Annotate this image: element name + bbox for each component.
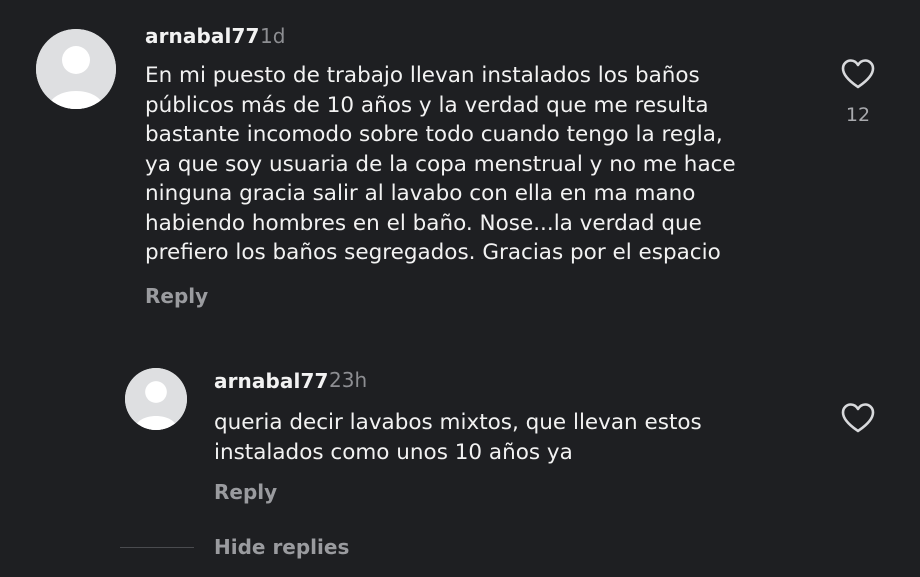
comment-text-line: ninguna gracia salir al lavabo con ella … xyxy=(145,181,696,206)
replies-divider xyxy=(120,547,194,548)
comment-text: En mi puesto de trabajo llevan instalado… xyxy=(145,61,736,268)
comment-text-line: públicos más de 10 años y la verdad que … xyxy=(145,92,709,118)
comment-text-line: bastante incomodo sobre todo cuando teng… xyxy=(145,122,723,147)
comment-username[interactable]: arnabal77 xyxy=(214,369,329,393)
comment-text-line: En mi puesto de trabajo llevan instalado… xyxy=(145,63,700,88)
comment-text-line: prefiero los baños segregados. Gracias p… xyxy=(145,240,721,265)
reply-button[interactable]: Reply xyxy=(214,480,277,504)
like-button[interactable] xyxy=(840,58,876,90)
like-count: 12 xyxy=(845,104,871,126)
comment-text-line: queria decir lavabos mixtos, que llevan … xyxy=(214,410,702,435)
comment-username[interactable]: arnabal77 xyxy=(145,24,260,48)
like-button[interactable] xyxy=(840,402,876,434)
comment-timestamp: 1d xyxy=(260,24,286,48)
avatar[interactable] xyxy=(36,29,116,109)
heart-outline-icon xyxy=(841,403,875,433)
hide-replies-button[interactable]: Hide replies xyxy=(214,535,349,559)
default-user-avatar-icon xyxy=(125,368,187,430)
comment-text-line: habiendo hombres en el baño. Nose...la v… xyxy=(145,210,702,236)
reply-button[interactable]: Reply xyxy=(145,284,208,308)
comment-text-line: ya que soy usuaria de la copa menstrual … xyxy=(145,151,736,177)
comment-timestamp: 23h xyxy=(329,368,368,392)
comment-text: queria decir lavabos mixtos, que llevan … xyxy=(214,408,702,467)
avatar[interactable] xyxy=(125,368,187,430)
heart-outline-icon xyxy=(841,59,875,89)
comment-text-line: instalados como unos 10 años ya xyxy=(214,439,573,465)
default-user-avatar-icon xyxy=(36,29,116,109)
